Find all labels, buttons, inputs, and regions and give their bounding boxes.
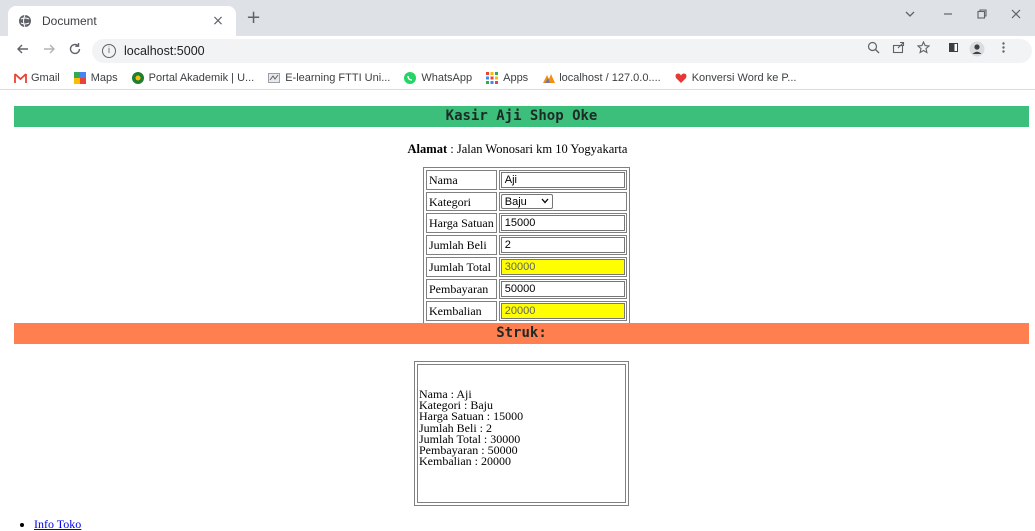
alamat-value: : Jalan Wonosari km 10 Yogyakarta bbox=[447, 142, 628, 156]
maps-icon bbox=[73, 71, 86, 84]
new-tab-icon[interactable]: + bbox=[246, 9, 261, 27]
nama-input[interactable]: Aji bbox=[500, 172, 625, 188]
bookmark-star-icon[interactable] bbox=[914, 40, 932, 58]
form-row-nama: Nama Aji bbox=[426, 170, 627, 190]
browser-tab-strip: Document × + bbox=[0, 0, 1035, 36]
bookmark-whatsapp[interactable]: WhatsApp bbox=[404, 71, 472, 84]
bookmark-portal-akademik[interactable]: Portal Akademik | U... bbox=[131, 71, 254, 84]
phpmyadmin-icon bbox=[542, 72, 556, 84]
bookmark-elearning[interactable]: E-learning FTTI Uni... bbox=[268, 72, 390, 84]
zoom-icon[interactable] bbox=[864, 41, 882, 58]
elearning-icon bbox=[268, 72, 281, 84]
jumlah-total-output: 30000 bbox=[500, 259, 625, 275]
portal-icon bbox=[131, 71, 144, 84]
chevron-down-icon bbox=[541, 194, 549, 210]
pembayaran-label: Pembayaran bbox=[426, 279, 497, 299]
browser-tab[interactable]: Document × bbox=[8, 6, 236, 36]
bookmarks-bar: Gmail Maps Portal Akademik | U... E-lear… bbox=[0, 66, 1035, 90]
receipt-box: Nama : Aji Kategori : Baju Harga Satuan … bbox=[414, 361, 629, 506]
apps-icon bbox=[486, 71, 499, 84]
bookmark-apps[interactable]: Apps bbox=[486, 71, 528, 84]
bookmark-maps[interactable]: Maps bbox=[73, 71, 118, 84]
browser-toolbar: i localhost:5000 bbox=[0, 36, 1035, 66]
nama-label: Nama bbox=[426, 170, 497, 190]
jumlah-total-label: Jumlah Total bbox=[426, 257, 497, 277]
alamat-label: Alamat bbox=[407, 142, 448, 156]
form-row-kategori: Kategori Baju bbox=[426, 192, 627, 211]
kategori-select[interactable]: Baju bbox=[500, 194, 553, 210]
address-bar[interactable]: i localhost:5000 bbox=[92, 39, 1032, 63]
minimize-icon[interactable] bbox=[938, 8, 958, 24]
tab-title: Document bbox=[42, 14, 97, 28]
pembayaran-input[interactable]: 50000 bbox=[500, 281, 625, 297]
harga-satuan-label: Harga Satuan bbox=[426, 213, 497, 233]
link-list: Info Toko bbox=[34, 517, 81, 531]
bookmark-konversi-word[interactable]: Konversi Word ke P... bbox=[675, 72, 796, 84]
reload-icon[interactable] bbox=[66, 42, 84, 60]
site-info-icon[interactable]: i bbox=[102, 44, 116, 58]
share-icon[interactable] bbox=[889, 41, 907, 58]
kategori-selected-value: Baju bbox=[504, 195, 527, 208]
page-content: Kasir Aji Shop Oke Alamat : Jalan Wonosa… bbox=[0, 91, 1035, 531]
bookmark-gmail[interactable]: Gmail bbox=[14, 72, 60, 84]
jumlah-beli-label: Jumlah Beli bbox=[426, 235, 497, 255]
receipt-content: Nama : Aji Kategori : Baju Harga Satuan … bbox=[417, 364, 626, 503]
profile-avatar-icon[interactable] bbox=[968, 41, 986, 61]
form-row-harga: Harga Satuan 15000 bbox=[426, 213, 627, 233]
heart-icon bbox=[675, 72, 687, 84]
side-panel-icon[interactable] bbox=[944, 41, 962, 58]
form-row-kembalian: Kembalian 20000 bbox=[426, 301, 627, 321]
store-address: Alamat : Jalan Wonosari km 10 Yogyakarta bbox=[0, 142, 1035, 157]
cashier-form-table: Nama Aji Kategori Baju Harga Satuan 1500… bbox=[423, 167, 630, 324]
form-row-jumlah-beli: Jumlah Beli 2 bbox=[426, 235, 627, 255]
menu-kebab-icon[interactable] bbox=[994, 41, 1012, 58]
page-title: Kasir Aji Shop Oke bbox=[14, 106, 1029, 127]
kembalian-output: 20000 bbox=[500, 303, 625, 319]
whatsapp-icon bbox=[404, 71, 417, 84]
url-text: localhost:5000 bbox=[124, 44, 205, 58]
globe-icon bbox=[18, 14, 32, 28]
form-row-pembayaran: Pembayaran 50000 bbox=[426, 279, 627, 299]
kembalian-label: Kembalian bbox=[426, 301, 497, 321]
receipt-line: Kembalian : 20000 bbox=[419, 454, 511, 469]
info-toko-link[interactable]: Info Toko bbox=[34, 517, 81, 531]
list-item: Info Toko bbox=[34, 517, 81, 531]
harga-satuan-input[interactable]: 15000 bbox=[500, 215, 625, 231]
forward-icon[interactable] bbox=[40, 42, 58, 60]
close-window-icon[interactable] bbox=[1006, 8, 1026, 24]
gmail-icon bbox=[14, 72, 27, 84]
kategori-label: Kategori bbox=[426, 192, 497, 211]
form-row-jumlah-total: Jumlah Total 30000 bbox=[426, 257, 627, 277]
tab-close-icon[interactable]: × bbox=[210, 13, 226, 29]
tab-search-chevron-icon[interactable] bbox=[900, 8, 920, 24]
bookmark-localhost[interactable]: localhost / 127.0.0.... bbox=[542, 72, 661, 84]
back-icon[interactable] bbox=[14, 42, 32, 60]
struk-heading: Struk: bbox=[14, 323, 1029, 344]
jumlah-beli-input[interactable]: 2 bbox=[500, 237, 625, 253]
restore-icon[interactable] bbox=[972, 8, 992, 24]
